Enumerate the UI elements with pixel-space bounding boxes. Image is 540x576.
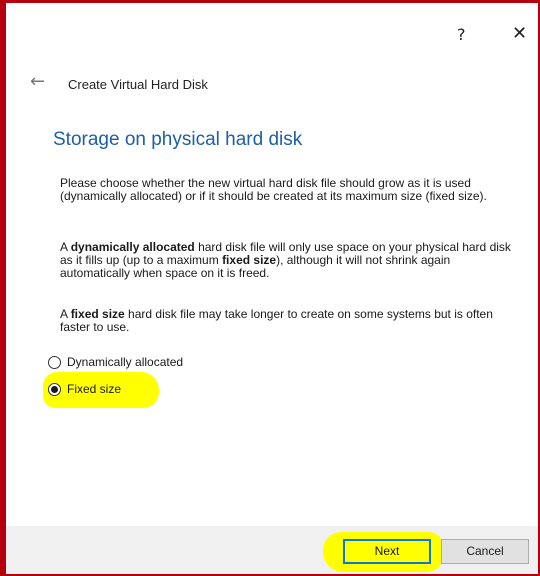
close-icon[interactable]: ✕ [512, 23, 527, 44]
radio-dynamically-allocated[interactable]: Dynamically allocated [43, 353, 183, 371]
fixed-explanation-paragraph: A fixed size hard disk file may take lon… [60, 308, 522, 334]
text: A [60, 307, 71, 321]
radio-fixed-size[interactable]: Fixed size [43, 380, 121, 398]
title-bar: ? ✕ [6, 3, 538, 53]
radio-button-selected[interactable] [48, 382, 61, 396]
text: hard disk file may take longer to create… [60, 307, 493, 334]
next-button[interactable]: Next [343, 539, 431, 564]
radio-button[interactable] [48, 355, 61, 369]
dynamic-explanation-paragraph: A dynamically allocated hard disk file w… [60, 241, 522, 280]
bold-term: fixed size [70, 307, 125, 321]
dialog-window: ? ✕ ← Create Virtual Hard Disk Storage o… [0, 0, 540, 576]
help-button[interactable]: ? [457, 25, 466, 44]
wizard-title: Create Virtual Hard Disk [68, 77, 208, 92]
page-title: Storage on physical hard disk [53, 129, 303, 150]
radio-label[interactable]: Fixed size [67, 382, 121, 396]
bold-term: fixed size [222, 253, 277, 267]
back-arrow-icon[interactable]: ← [30, 71, 45, 92]
bold-term: dynamically allocated [70, 240, 195, 254]
radio-label[interactable]: Dynamically allocated [67, 355, 183, 369]
text: A [60, 240, 71, 254]
wizard-header: ← Create Virtual Hard Disk [6, 71, 538, 101]
cancel-button[interactable]: Cancel [441, 539, 529, 564]
description-paragraph: Please choose whether the new virtual ha… [60, 176, 487, 203]
